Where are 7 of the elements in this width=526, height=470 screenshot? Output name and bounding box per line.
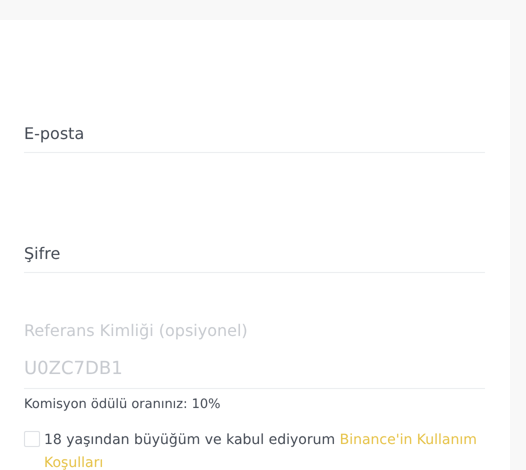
terms-link[interactable]: Binance'in Kullanım: [340, 432, 477, 448]
password-field[interactable]: Şifre: [24, 235, 485, 273]
commission-text: Komisyon ödülü oranınız: 10%: [24, 396, 222, 414]
terms-link[interactable]: Koşulları: [44, 454, 104, 470]
email-field[interactable]: E-posta: [24, 115, 485, 153]
agreement-text: 18 yaşından büyüğüm ve kabul ediyorum Binance'in Kullanım Koşulları: [44, 430, 478, 470]
agree-checkbox[interactable]: [24, 430, 40, 446]
